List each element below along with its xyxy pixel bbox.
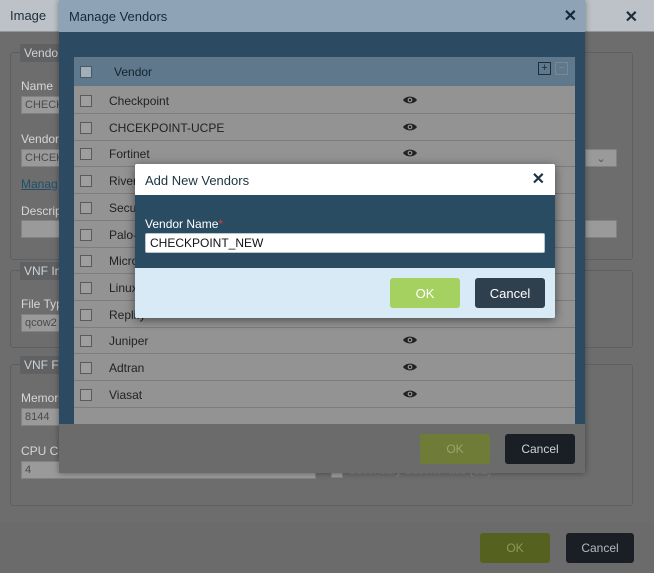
manage-vendors-ok-button[interactable]: OK (420, 434, 490, 464)
file-type-select[interactable]: qcow2 (21, 314, 61, 332)
image-dialog-footer (0, 522, 654, 573)
file-type-label: File Typ (21, 297, 63, 311)
add-vendor-ok-button[interactable]: OK (390, 278, 460, 308)
row-checkbox[interactable] (80, 308, 92, 321)
eye-icon[interactable] (402, 361, 418, 375)
image-dialog-title: Image (10, 8, 47, 23)
add-new-vendors-header: Add New Vendors ✕ (135, 164, 555, 195)
select-all-checkbox[interactable] (80, 66, 92, 78)
row-checkbox[interactable] (80, 388, 92, 401)
minus-icon: − (555, 62, 568, 75)
description-input[interactable] (21, 220, 61, 238)
vendor-name: Linux (109, 280, 138, 295)
vendor-select[interactable]: CHCEK (21, 149, 61, 167)
table-row[interactable]: Checkpoint (74, 87, 575, 114)
add-new-vendors-title: Add New Vendors (145, 173, 250, 188)
vendor-name-input[interactable] (145, 233, 545, 253)
add-new-vendors-body: Vendor Name* (135, 195, 555, 268)
close-icon[interactable]: ✕ (625, 7, 638, 27)
manage-vendors-cancel-button[interactable]: Cancel (505, 434, 575, 464)
vendor-label: Vendor (21, 132, 60, 146)
vendor-name: CHCEKPOINT-UCPE (109, 120, 225, 135)
table-row[interactable]: Viasat (74, 381, 575, 408)
row-checkbox[interactable] (80, 281, 92, 294)
plus-icon[interactable]: + (538, 62, 551, 75)
table-row[interactable]: Juniper (74, 327, 575, 355)
vendor-name-label-text: Vendor Name (145, 217, 219, 231)
manage-vendors-link[interactable]: Manag (21, 177, 58, 191)
name-input[interactable]: CHECK (21, 96, 61, 114)
table-row[interactable]: CHCEKPOINT-UCPE (74, 114, 575, 141)
description-input-end[interactable] (585, 220, 617, 238)
row-checkbox[interactable] (80, 362, 92, 374)
add-new-vendors-dialog: Add New Vendors ✕ Vendor Name* OK Cancel (135, 164, 555, 318)
image-cancel-button[interactable]: Cancel (566, 533, 634, 563)
vendor-name: Checkpoint (109, 94, 170, 108)
row-checkbox[interactable] (80, 255, 92, 268)
name-label: Name (21, 79, 54, 93)
close-icon[interactable]: ✕ (564, 6, 577, 26)
row-checkbox[interactable] (80, 335, 92, 348)
table-row[interactable]: Adtran (74, 354, 575, 381)
row-checkbox[interactable] (80, 148, 92, 161)
eye-icon[interactable] (402, 388, 418, 402)
row-checkbox[interactable] (80, 201, 92, 214)
image-ok-button[interactable]: OK (480, 533, 550, 563)
vendor-column-header: Vendor (114, 65, 153, 79)
eye-icon[interactable] (402, 334, 418, 348)
eye-icon[interactable] (402, 147, 418, 161)
vendor-name: Fortinet (109, 147, 150, 162)
eye-icon[interactable] (402, 94, 418, 108)
manage-vendors-header: Manage Vendors ✕ (59, 0, 585, 32)
close-icon[interactable]: ✕ (532, 172, 545, 188)
row-checkbox[interactable] (80, 175, 92, 188)
chevron-down-icon[interactable]: ⌄ (585, 149, 617, 167)
memory-label: Memor (21, 391, 59, 405)
row-checkbox[interactable] (80, 228, 92, 241)
required-marker: * (218, 217, 224, 231)
eye-icon[interactable] (402, 121, 418, 135)
vendor-name-label: Vendor Name* (145, 217, 223, 231)
vendor-name: Juniper (109, 334, 149, 349)
memory-input[interactable]: 8144 (21, 408, 61, 426)
manage-vendors-title: Manage Vendors (69, 9, 168, 24)
vendor-section-title: Vendo (20, 44, 63, 62)
add-vendor-cancel-button[interactable]: Cancel (475, 278, 545, 308)
vendor-table-header: Vendor + − (74, 57, 575, 86)
row-checkbox[interactable] (80, 121, 92, 134)
vendor-name: Adtran (109, 361, 145, 375)
description-label: Descrip (21, 204, 62, 218)
vendor-name: Viasat (109, 387, 143, 402)
row-checkbox[interactable] (80, 95, 92, 107)
